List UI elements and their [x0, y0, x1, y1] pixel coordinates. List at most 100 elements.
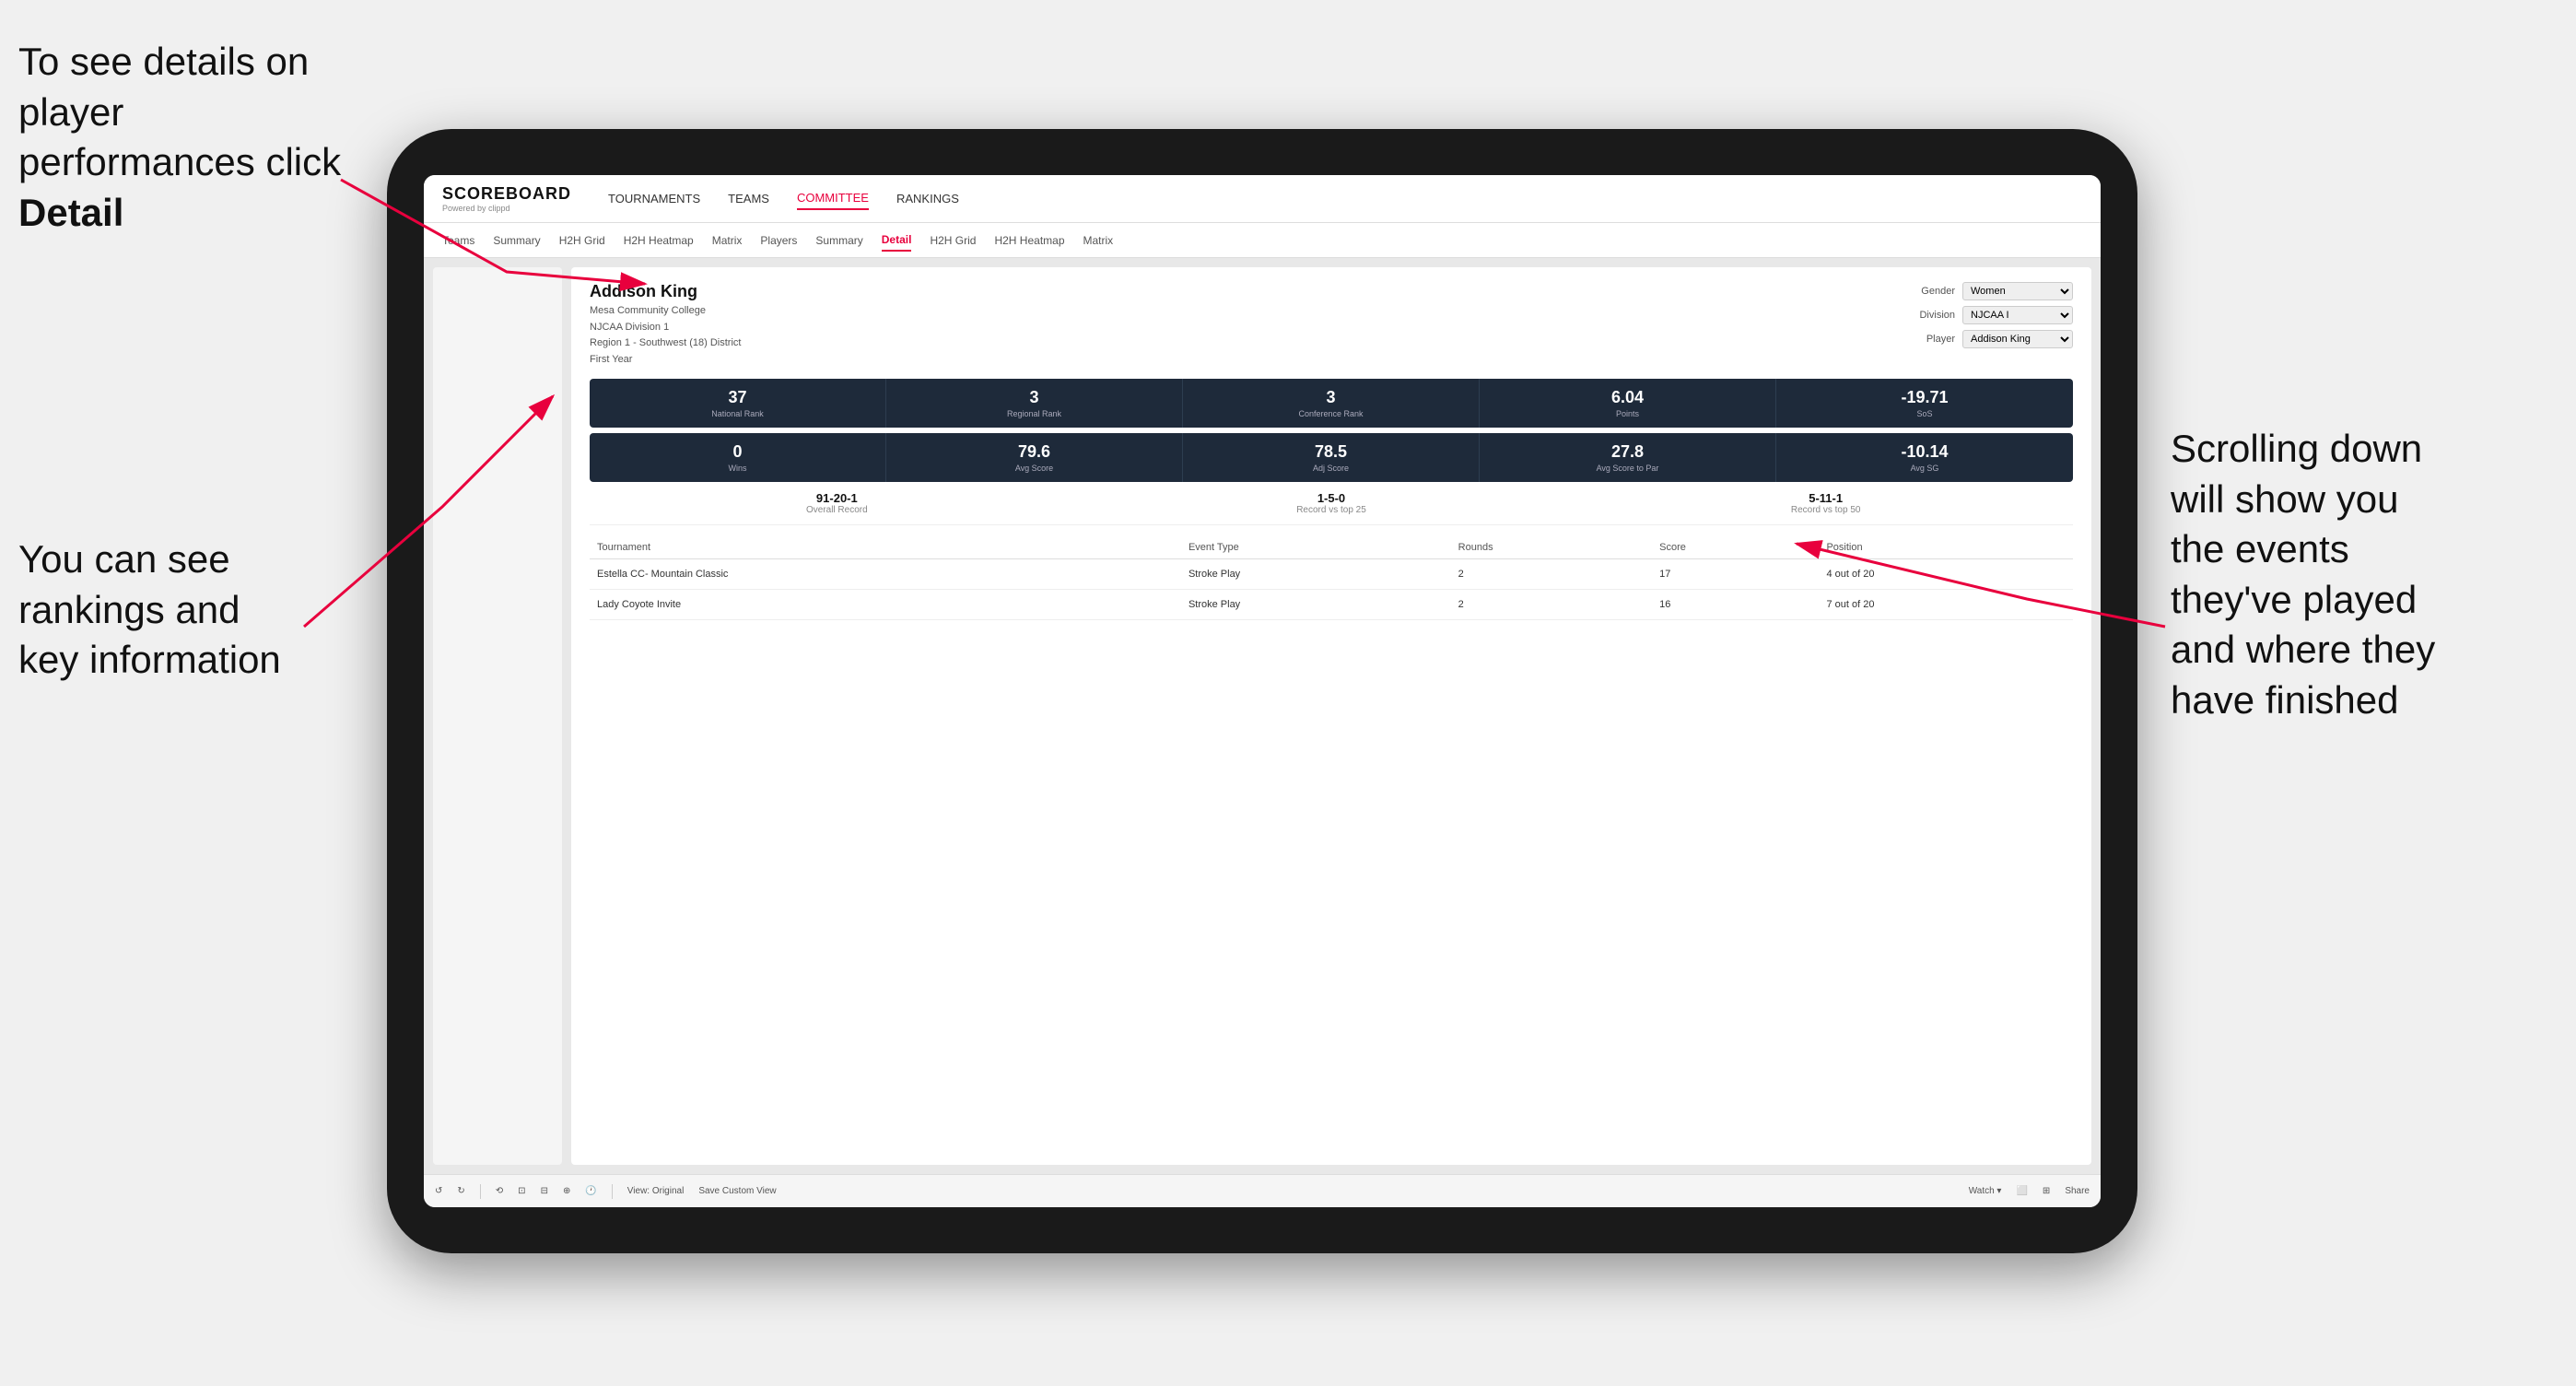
national-rank-label: National Rank: [597, 409, 878, 418]
tournament-table: Tournament Event Type Rounds Score Posit…: [590, 536, 2073, 620]
stats-row1: 37 National Rank 3 Regional Rank 3 Confe…: [590, 379, 2073, 428]
player-info: Addison King Mesa Community College NJCA…: [590, 282, 741, 368]
nav-committee[interactable]: COMMITTEE: [797, 187, 869, 210]
toolbar-sep2: [612, 1184, 613, 1199]
gender-select[interactable]: Women Men: [1962, 282, 2073, 300]
subnav-detail[interactable]: Detail: [882, 229, 912, 252]
toolbar-undo[interactable]: ↺: [435, 1186, 442, 1196]
player-label: Player: [1904, 334, 1955, 345]
stat-sos: -19.71 SoS: [1776, 379, 2073, 428]
toolbar-screen[interactable]: ⬜: [2016, 1186, 2027, 1196]
stat-national-rank: 37 National Rank: [590, 379, 886, 428]
left-sidebar: [433, 267, 562, 1165]
division-label: Division: [1904, 310, 1955, 321]
player-select[interactable]: Addison King: [1962, 330, 2073, 348]
sos-value: -19.71: [1784, 388, 2066, 407]
avg-score-label: Avg Score: [894, 464, 1175, 473]
player-header: Addison King Mesa Community College NJCA…: [590, 282, 2073, 368]
col-event-type: Event Type: [1181, 536, 1451, 559]
subnav-h2h-heatmap[interactable]: H2H Heatmap: [624, 230, 694, 251]
toolbar-sep1: [480, 1184, 481, 1199]
toolbar-zoom-plus[interactable]: ⊕: [563, 1186, 570, 1196]
table-row: Estella CC- Mountain Classic Stroke Play…: [590, 559, 2073, 590]
points-value: 6.04: [1487, 388, 1768, 407]
gender-label: Gender: [1904, 286, 1955, 297]
col-rounds: Rounds: [1451, 536, 1652, 559]
regional-rank-label: Regional Rank: [894, 409, 1175, 418]
annotation-bottomleft: You can seerankings andkey information: [18, 534, 350, 686]
player-control: Player Addison King: [1904, 330, 2073, 348]
rounds-2: 2: [1451, 590, 1652, 620]
player-college: Mesa Community College: [590, 303, 741, 320]
stat-points: 6.04 Points: [1480, 379, 1776, 428]
position-2: 7 out of 20: [1819, 590, 2073, 620]
adj-score-value: 78.5: [1190, 442, 1471, 462]
event-type-1: Stroke Play: [1181, 559, 1451, 590]
wins-value: 0: [597, 442, 878, 462]
avg-score-value: 79.6: [894, 442, 1175, 462]
subnav-teams[interactable]: Teams: [442, 230, 474, 251]
conference-rank-label: Conference Rank: [1190, 409, 1471, 418]
logo-text: SCOREBOARD: [442, 184, 571, 204]
toolbar-watch[interactable]: Watch ▾: [1969, 1186, 2002, 1196]
toolbar-grid[interactable]: ⊞: [2043, 1186, 2050, 1196]
annotation-right: Scrolling downwill show youthe eventsthe…: [2171, 424, 2558, 726]
top25-record-label: Record vs top 25: [1084, 505, 1579, 515]
division-select[interactable]: NJCAA I NJCAA II: [1962, 306, 2073, 324]
national-rank-value: 37: [597, 388, 878, 407]
player-year: First Year: [590, 352, 741, 369]
content-area: Addison King Mesa Community College NJCA…: [424, 258, 2101, 1174]
toolbar-zoom-minus[interactable]: ⊟: [541, 1186, 548, 1196]
annotation-detail-bold: Detail: [18, 191, 123, 234]
tablet-screen: SCOREBOARD Powered by clippd TOURNAMENTS…: [424, 175, 2101, 1207]
player-controls: Gender Women Men Division NJCAA I NJCAA …: [1904, 282, 2073, 348]
bottom-toolbar: ↺ ↻ ⟲ ⊡ ⊟ ⊕ 🕐 View: Original Save Custom…: [424, 1174, 2101, 1207]
wins-label: Wins: [597, 464, 878, 473]
nav-rankings[interactable]: RANKINGS: [896, 188, 959, 209]
tournament-name-1: Estella CC- Mountain Classic: [590, 559, 1181, 590]
tablet-frame: SCOREBOARD Powered by clippd TOURNAMENTS…: [387, 129, 2137, 1253]
stat-conference-rank: 3 Conference Rank: [1183, 379, 1480, 428]
stats-row2: 0 Wins 79.6 Avg Score 78.5 Adj Score 27.…: [590, 433, 2073, 482]
top-nav: SCOREBOARD Powered by clippd TOURNAMENTS…: [424, 175, 2101, 223]
toolbar-history[interactable]: 🕐: [585, 1186, 596, 1196]
score-1: 17: [1652, 559, 1819, 590]
regional-rank-value: 3: [894, 388, 1175, 407]
subnav-h2h-grid[interactable]: H2H Grid: [559, 230, 605, 251]
col-tournament: Tournament: [590, 536, 1181, 559]
subnav-h2h-grid2[interactable]: H2H Grid: [930, 230, 976, 251]
subnav-h2h-heatmap2[interactable]: H2H Heatmap: [994, 230, 1064, 251]
player-name: Addison King: [590, 282, 741, 301]
subnav-matrix[interactable]: Matrix: [712, 230, 743, 251]
toolbar-fit[interactable]: ⊡: [518, 1186, 525, 1196]
stat-adj-score: 78.5 Adj Score: [1183, 433, 1480, 482]
avg-sg-value: -10.14: [1784, 442, 2066, 462]
sos-label: SoS: [1784, 409, 2066, 418]
toolbar-save-custom[interactable]: Save Custom View: [698, 1186, 776, 1196]
record-top50: 5-11-1 Record vs top 50: [1578, 491, 2073, 515]
top50-record-value: 5-11-1: [1578, 491, 2073, 505]
subnav-matrix2[interactable]: Matrix: [1083, 230, 1114, 251]
nav-teams[interactable]: TEAMS: [728, 188, 769, 209]
points-label: Points: [1487, 409, 1768, 418]
division-control: Division NJCAA I NJCAA II: [1904, 306, 2073, 324]
subnav-summary2[interactable]: Summary: [815, 230, 862, 251]
tournament-name-2: Lady Coyote Invite: [590, 590, 1181, 620]
score-2: 16: [1652, 590, 1819, 620]
subnav-summary[interactable]: Summary: [493, 230, 540, 251]
stat-avg-score-par: 27.8 Avg Score to Par: [1480, 433, 1776, 482]
top25-record-value: 1-5-0: [1084, 491, 1579, 505]
toolbar-redo[interactable]: ↻: [457, 1186, 464, 1196]
avg-score-par-value: 27.8: [1487, 442, 1768, 462]
annotation-topleft: To see details on player performances cl…: [18, 37, 369, 238]
rounds-1: 2: [1451, 559, 1652, 590]
toolbar-share[interactable]: Share: [2065, 1186, 2090, 1196]
subnav-players[interactable]: Players: [760, 230, 797, 251]
col-position: Position: [1819, 536, 2073, 559]
logo-area: SCOREBOARD Powered by clippd: [442, 184, 571, 213]
nav-tournaments[interactable]: TOURNAMENTS: [608, 188, 700, 209]
toolbar-view-original[interactable]: View: Original: [627, 1186, 685, 1196]
table-row: Lady Coyote Invite Stroke Play 2 16 7 ou…: [590, 590, 2073, 620]
avg-score-par-label: Avg Score to Par: [1487, 464, 1768, 473]
toolbar-refresh[interactable]: ⟲: [496, 1186, 503, 1196]
